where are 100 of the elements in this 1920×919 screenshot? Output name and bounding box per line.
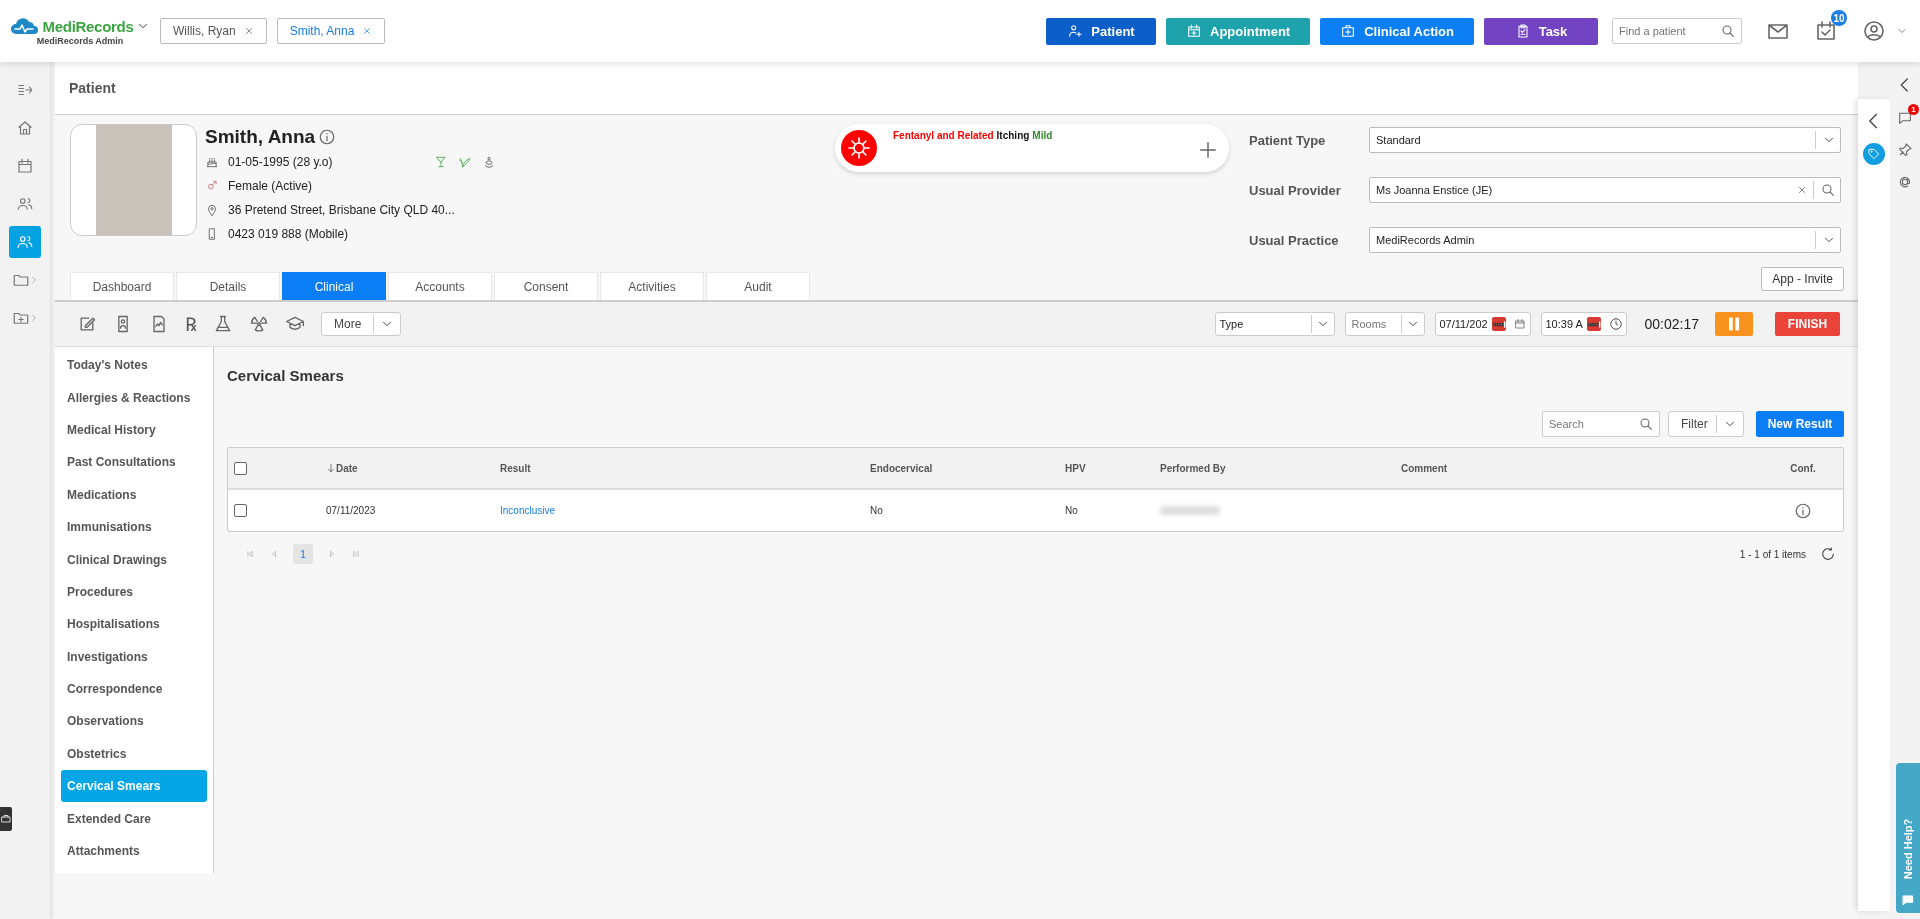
chevron-right-icon [30,276,38,284]
menu-item[interactable]: Correspondence [61,672,207,706]
menu-item[interactable]: Allergies & Reactions [61,381,207,414]
tab[interactable]: Activities [600,272,704,300]
checkbox[interactable] [234,461,247,475]
add-icon[interactable] [1197,139,1219,161]
action-button[interactable]: Task [1484,17,1598,45]
new-result-button[interactable]: New Result [1756,411,1844,437]
menu-item[interactable]: Today's Notes [61,349,207,382]
result-link[interactable]: Inconclusive [500,505,556,516]
finish-button[interactable]: FINISH [1775,312,1840,336]
password-manager-icon[interactable] [1586,317,1601,331]
menu-item[interactable]: Past Consultations [61,446,207,479]
side-tab[interactable] [0,807,12,831]
clear-icon[interactable] [1797,185,1807,195]
user-avatar-icon[interactable] [1862,19,1886,43]
password-manager-icon[interactable] [1491,317,1506,331]
menu-item[interactable]: Clinical Drawings [61,543,207,576]
table-cell: No [1065,505,1078,516]
field-label: Patient Type [1249,132,1327,148]
search-icon[interactable] [1720,23,1736,39]
cocktail-glass-icon [433,155,448,169]
briefcase-icon [0,813,12,825]
pin-icon[interactable] [1897,142,1913,158]
app-invite-button[interactable]: App - Invite [1761,267,1844,291]
field-input[interactable]: Standard [1369,127,1841,153]
menu-item[interactable]: Immunisations [61,510,207,544]
refresh-icon[interactable] [1820,546,1836,562]
patient-tab[interactable]: Willis, Ryan [160,18,267,44]
menu-item[interactable]: Investigations [61,640,207,673]
menu-item[interactable]: Extended Care [61,802,207,835]
sort-arrow-icon[interactable] [326,463,336,473]
brand-name: MediRecords [42,17,134,35]
column-header[interactable]: Performed By [1160,462,1226,474]
find-patient-field[interactable]: Find a patient [1612,18,1742,44]
filter-dropdown-button[interactable]: Filter [1668,411,1744,437]
date-of-birth: 01-05-1995 (28 y.o) [228,155,333,169]
tab[interactable]: Dashboard [70,272,174,300]
info-icon[interactable] [1794,501,1812,520]
phone-number: 0423 019 888 (Mobile) [228,227,349,241]
checkbox[interactable] [234,504,247,517]
action-button[interactable]: Clinical Action [1320,17,1474,45]
patient-tab[interactable]: Smith, Anna [276,18,386,44]
search-icon[interactable] [1820,182,1836,198]
rail-button[interactable] [9,226,41,258]
time-field[interactable]: 10:39 A [1540,312,1627,336]
address: 36 Pretend Street, Brisbane City QLD 40... [228,203,455,217]
radiation-icon[interactable] [249,314,269,334]
prescription-symbol[interactable]: ℞ [185,311,197,337]
at-sign-icon[interactable] [1897,174,1913,190]
tab[interactable]: Audit [706,272,810,300]
search-field[interactable]: Search [1542,411,1660,437]
close-icon[interactable] [243,26,254,36]
menu-item[interactable]: Attachments [61,834,207,868]
consultation-timer: 00:02:17 [1644,316,1699,332]
patient-name: Smith, Anna [205,126,316,148]
column-header[interactable]: HPV [1065,462,1086,474]
calendar-icon[interactable] [1513,318,1526,330]
menu-item[interactable]: Obstetrics [61,737,207,771]
clock-icon[interactable] [1608,317,1623,331]
chat-icon[interactable] [1897,110,1913,126]
date-field[interactable]: 07/11/202 [1434,312,1531,336]
search-icon[interactable] [1638,416,1654,432]
notification-badge: 1 [1908,104,1919,115]
tab[interactable]: Clinical [282,272,386,300]
gender: Female (Active) [228,179,313,193]
action-button[interactable]: Patient [1046,17,1157,45]
people-icon [16,233,34,251]
tab[interactable]: Details [176,272,280,300]
field-input[interactable]: Ms Joanna Enstice (JE) [1369,177,1841,203]
menu-item[interactable]: Medical History [61,413,207,447]
tab[interactable]: Consent [494,272,598,300]
menu-item[interactable]: Medications [61,478,207,511]
pagination-summary: 1 - 1 of 1 items [1739,548,1806,560]
column-header[interactable]: Result [500,462,531,474]
tag-button[interactable] [1863,143,1885,165]
column-header[interactable]: Endocervical [870,462,933,474]
section-title: Cervical Smears [227,367,345,384]
cloud-logo-icon [9,16,40,36]
rooms-select[interactable]: Rooms [1344,312,1425,336]
field-input[interactable]: MediRecords Admin [1369,227,1841,253]
menu-item[interactable]: Procedures [61,575,207,609]
column-header[interactable]: Date [326,462,358,474]
info-icon[interactable] [318,128,337,146]
column-header[interactable]: Conf. [1790,462,1816,474]
more-dropdown-button[interactable]: More [321,312,401,336]
close-icon[interactable] [362,26,373,36]
field-label: Usual Practice [1249,232,1340,248]
flask-icon[interactable] [213,314,233,334]
menu-item[interactable]: Observations [61,705,207,738]
type-select[interactable]: Type [1214,312,1335,336]
column-header[interactable]: Comment [1401,462,1448,474]
allergy-substance: Fentanyl and Related [893,130,994,141]
pause-icon [1728,317,1740,331]
medical-kit-icon [1340,23,1357,39]
chevron-right-icon [30,314,38,322]
tab[interactable]: Accounts [388,272,492,300]
pause-button[interactable] [1715,312,1753,336]
location-pin-icon [205,203,219,217]
menu-item[interactable]: Hospitalisations [61,608,207,641]
